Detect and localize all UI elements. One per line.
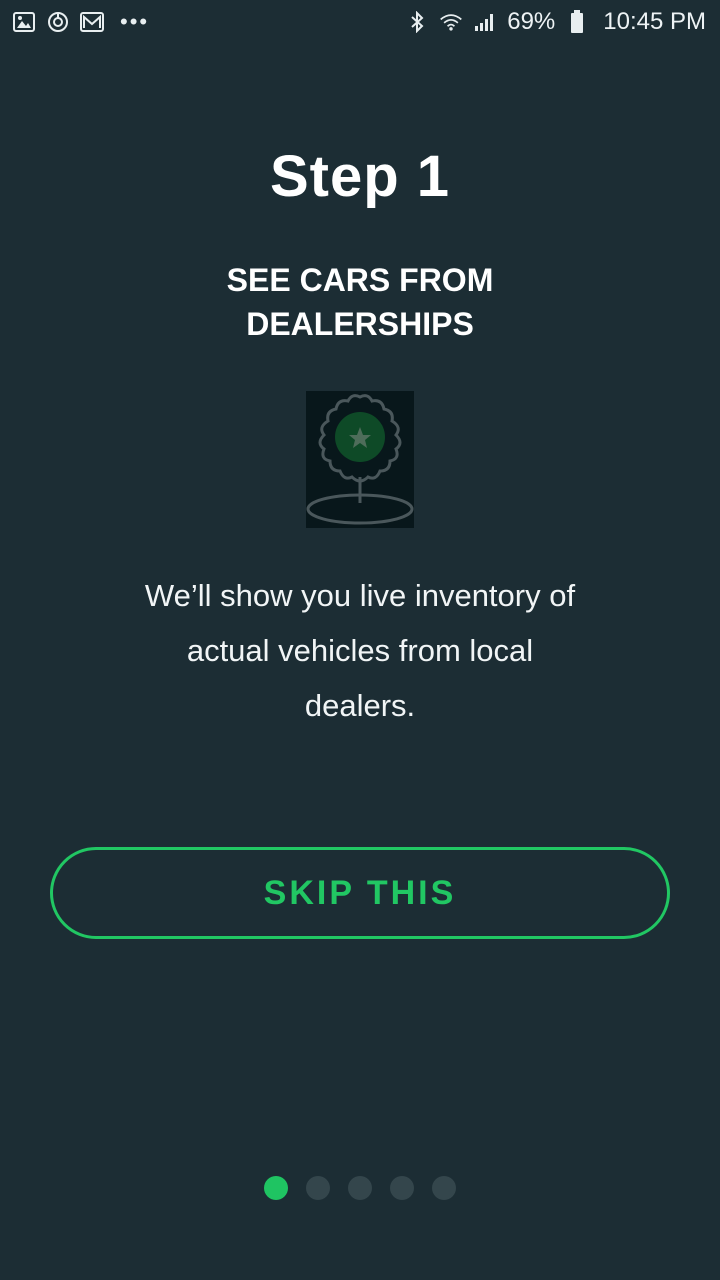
- gmail-icon: [80, 10, 104, 34]
- status-clock: 10:45 PM: [603, 8, 706, 35]
- status-bar: ••• 69% 10:45 PM: [0, 0, 720, 44]
- page-dot-2[interactable]: [306, 1176, 330, 1200]
- page-dot-5[interactable]: [432, 1176, 456, 1200]
- skip-button[interactable]: SKIP THIS: [50, 847, 670, 939]
- step-subtitle: SEE CARS FROM DEALERSHIPS: [226, 262, 494, 342]
- step-title: Step 1: [269, 144, 451, 209]
- dealership-badge-icon: [306, 391, 414, 528]
- status-bar-right: 69% 10:45 PM: [405, 8, 706, 36]
- sync-icon: [46, 10, 70, 34]
- status-bar-left: •••: [12, 10, 149, 34]
- bluetooth-icon: [405, 10, 429, 34]
- wifi-icon: [439, 10, 463, 34]
- more-notifications-icon: •••: [120, 9, 150, 34]
- signal-icon: [473, 10, 497, 34]
- page-indicator: [0, 1176, 720, 1200]
- battery-percent: 69%: [507, 8, 556, 35]
- page-dot-4[interactable]: [390, 1176, 414, 1200]
- page-dot-3[interactable]: [348, 1176, 372, 1200]
- battery-icon: [565, 10, 589, 34]
- step-description: We’ll show you live inventory of actual …: [144, 578, 576, 723]
- page-dot-1[interactable]: [264, 1176, 288, 1200]
- gallery-icon: [12, 10, 36, 34]
